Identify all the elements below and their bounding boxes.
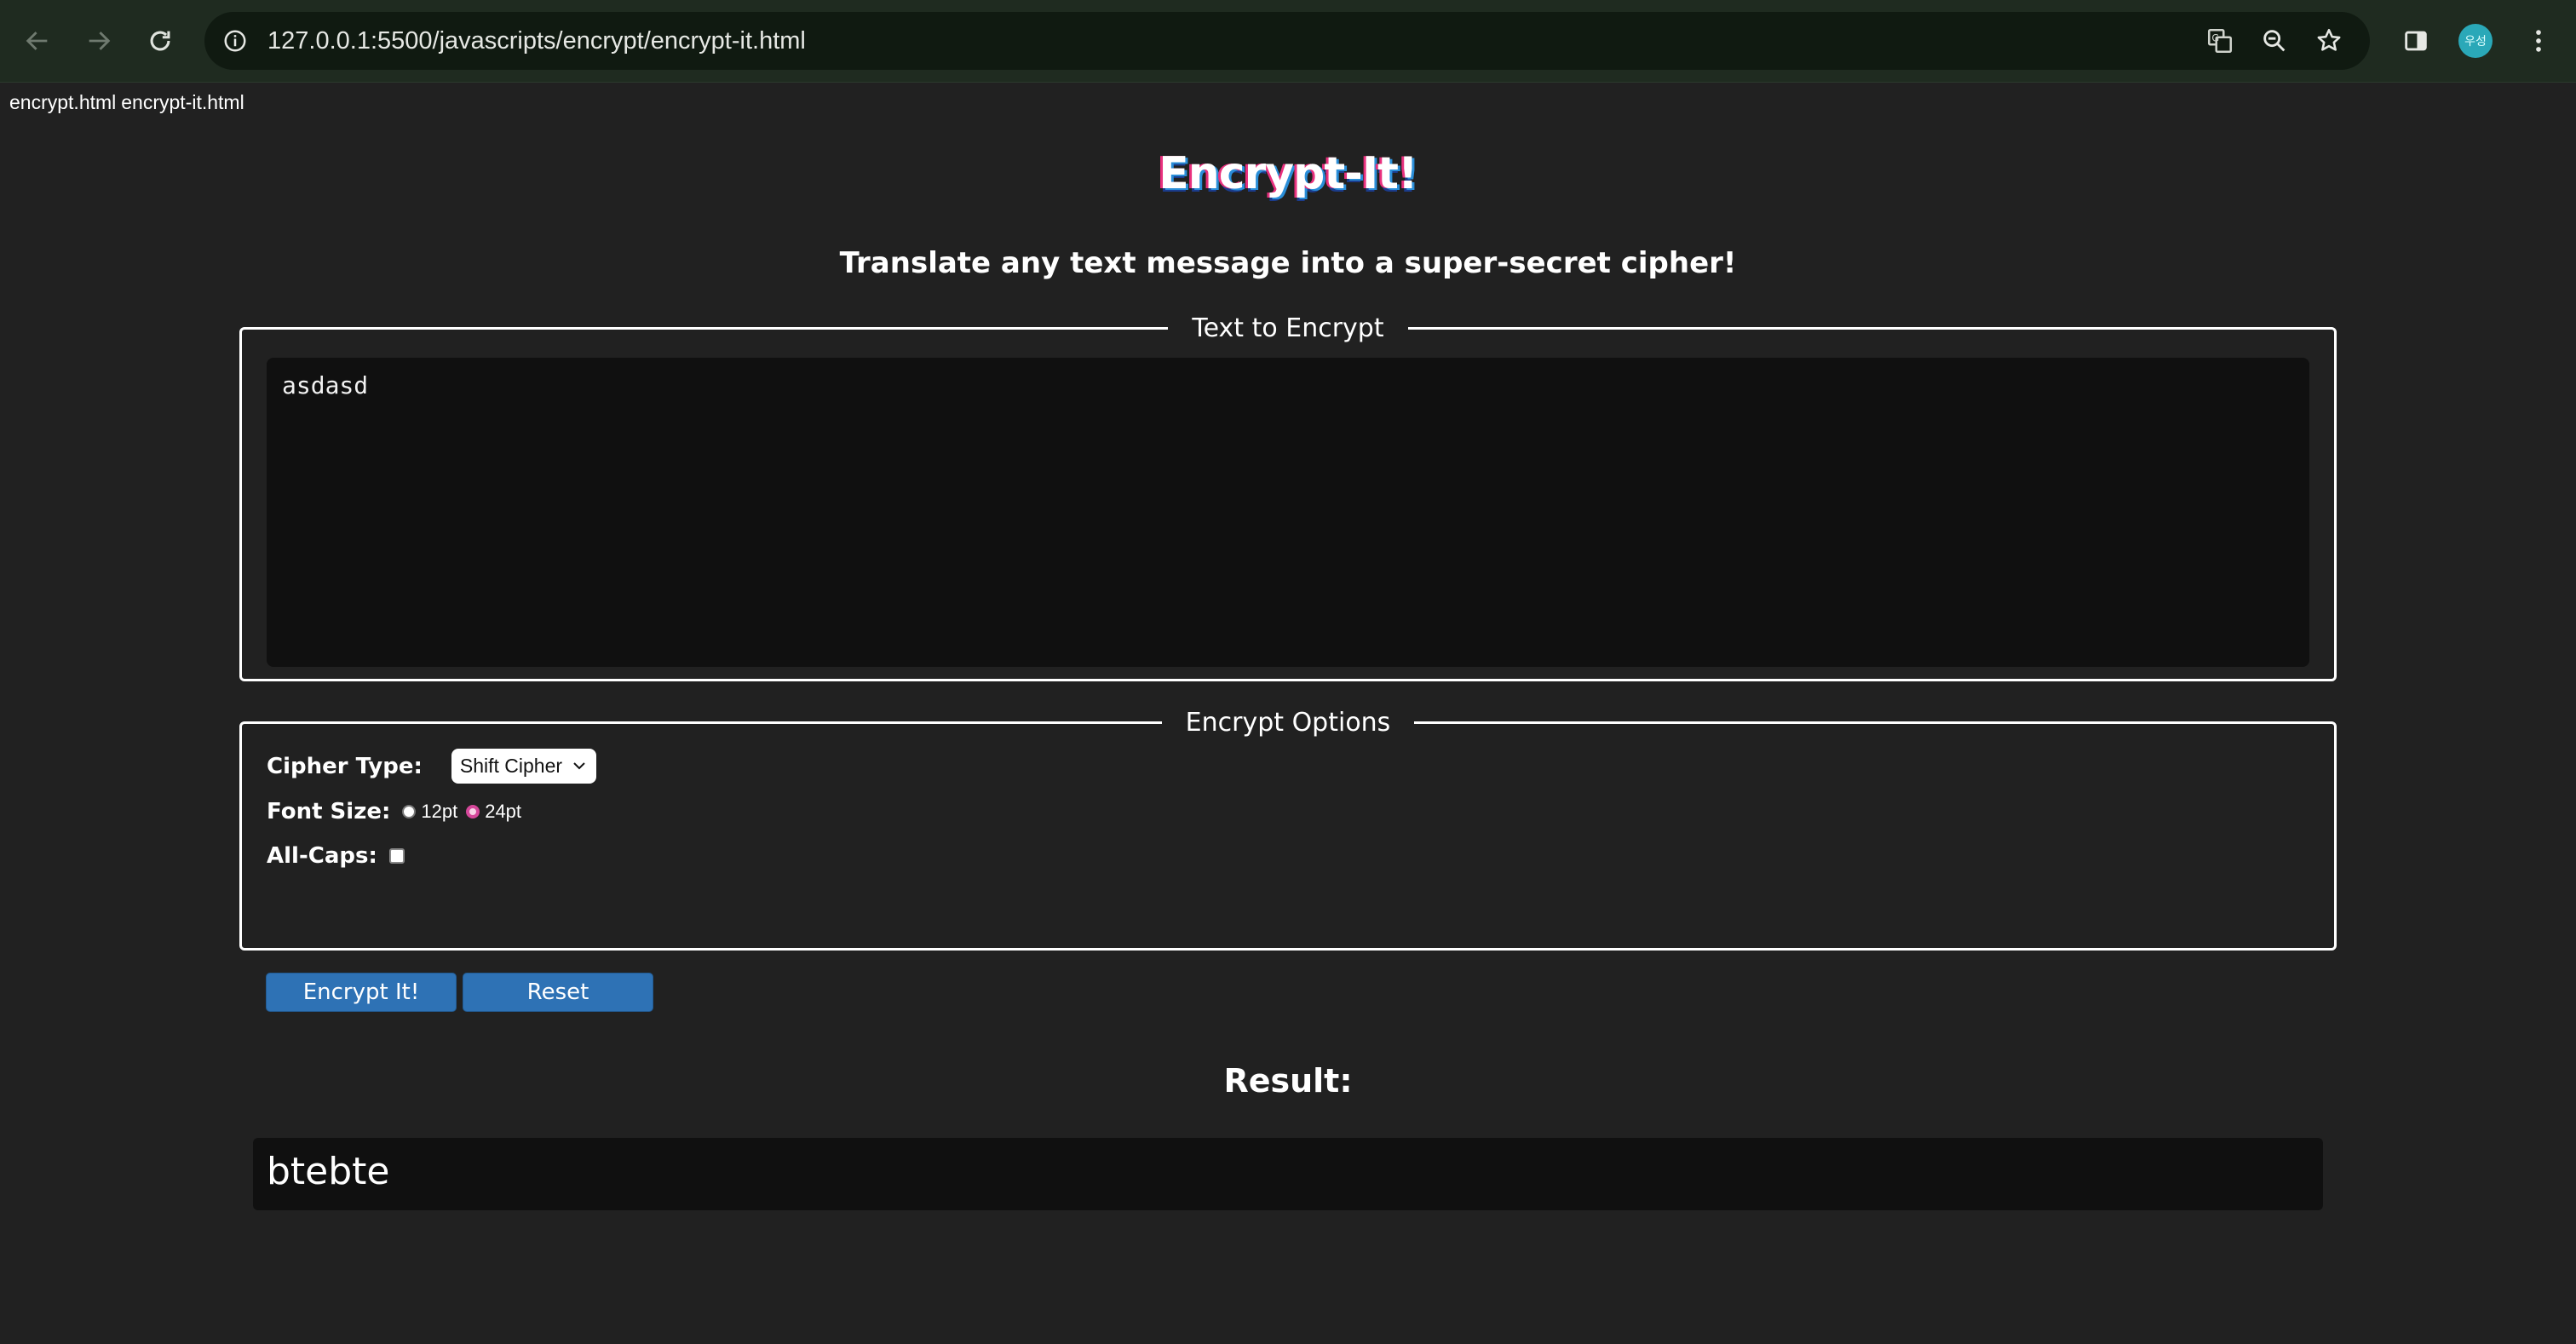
svg-text:G: G (2211, 32, 2219, 44)
cipher-type-select[interactable]: Shift Cipher (451, 749, 596, 784)
result-output: btebte (253, 1138, 2323, 1210)
file-link-encrypt[interactable]: encrypt.html (9, 91, 116, 113)
url-text[interactable]: 127.0.0.1:5500/javascripts/encrypt/encry… (267, 12, 806, 70)
result-heading: Result: (1223, 1062, 1353, 1100)
encrypt-options-fieldset: Encrypt Options Cipher Type: Shift Ciphe… (239, 708, 2337, 951)
address-bar[interactable]: 127.0.0.1:5500/javascripts/encrypt/encry… (204, 12, 2370, 70)
file-links: encrypt.html encrypt-it.html (9, 91, 250, 114)
browser-toolbar: 127.0.0.1:5500/javascripts/encrypt/encry… (0, 0, 2576, 83)
reload-icon (150, 31, 170, 51)
translate-icon[interactable]: G (2203, 24, 2237, 58)
font-size-row: Font Size: 12pt 24pt (267, 799, 530, 824)
page-subtitle: Translate any text message into a super-… (839, 246, 1737, 280)
chevron-down-icon (573, 762, 585, 770)
font-size-12pt-radio[interactable] (402, 805, 417, 818)
all-caps-label: All-Caps: (267, 843, 377, 869)
text-to-encrypt-legend: Text to Encrypt (1192, 313, 1384, 343)
reload-button[interactable] (140, 20, 181, 61)
arrow-left-icon (26, 32, 48, 50)
profile-avatar[interactable]: 우성 (2458, 24, 2493, 58)
page-title: Encrypt-It! (1159, 148, 1418, 199)
font-size-label: Font Size: (267, 799, 391, 824)
encrypt-options-legend: Encrypt Options (1185, 708, 1391, 738)
font-size-24pt-radio[interactable] (466, 805, 480, 818)
cipher-type-label: Cipher Type: (267, 753, 423, 779)
cipher-type-value: Shift Cipher (459, 755, 563, 777)
forward-button[interactable] (78, 20, 119, 61)
font-size-24pt-label: 24pt (485, 801, 522, 822)
bookmark-star-icon[interactable] (2312, 24, 2346, 58)
text-input[interactable]: asdasd (267, 358, 2309, 667)
zoom-icon[interactable] (2257, 24, 2291, 58)
side-panel-icon[interactable] (2395, 20, 2436, 61)
back-button[interactable] (17, 20, 58, 61)
font-size-12pt-label: 12pt (421, 801, 458, 822)
cipher-type-row: Cipher Type: Shift Cipher (267, 749, 596, 784)
all-caps-checkbox[interactable] (388, 848, 405, 864)
arrow-right-icon (89, 32, 111, 50)
kebab-menu-icon[interactable] (2518, 20, 2559, 61)
site-info-icon[interactable] (220, 26, 250, 56)
page-content: encrypt.html encrypt-it.html Encrypt-It! … (0, 83, 2576, 1344)
file-link-encrypt-it[interactable]: encrypt-it.html (121, 91, 244, 113)
text-to-encrypt-fieldset: Text to Encrypt asdasd (239, 313, 2337, 681)
encrypt-button[interactable]: Encrypt It! (266, 973, 457, 1012)
reset-button[interactable]: Reset (463, 973, 653, 1012)
all-caps-row: All-Caps: (267, 843, 405, 869)
